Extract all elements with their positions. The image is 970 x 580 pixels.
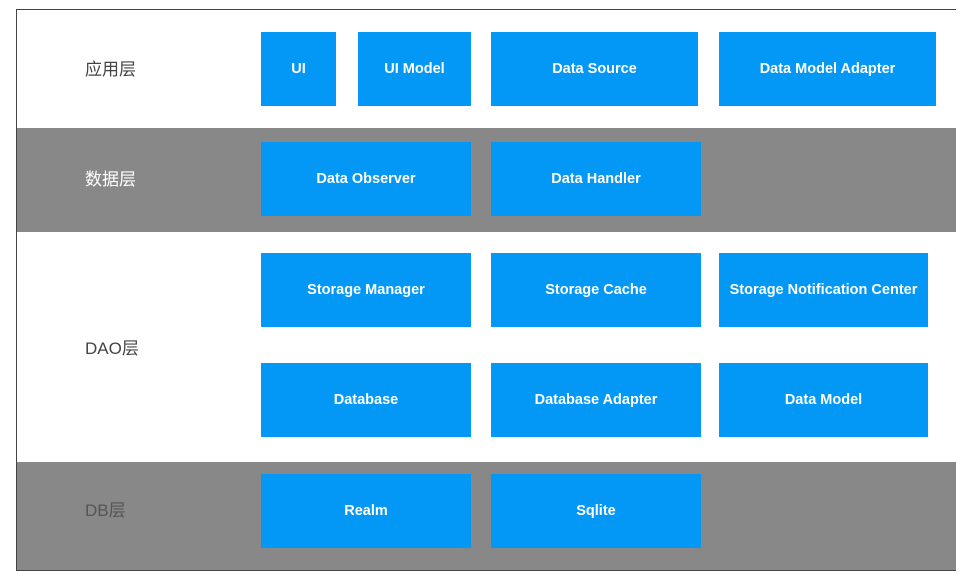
box-ui: UI bbox=[261, 32, 336, 106]
layer-db-label: DB层 bbox=[85, 501, 126, 520]
layer-db-band bbox=[17, 462, 956, 570]
box-storage-notification-center: Storage Notification Center bbox=[719, 253, 928, 327]
box-data-handler: Data Handler bbox=[491, 142, 701, 216]
box-data-observer: Data Observer bbox=[261, 142, 471, 216]
box-ui-model: UI Model bbox=[358, 32, 471, 106]
box-data-model-adapter: Data Model Adapter bbox=[719, 32, 936, 106]
box-sqlite: Sqlite bbox=[491, 474, 701, 548]
layer-data-label: 数据层 bbox=[85, 170, 136, 189]
layer-app-label: 应用层 bbox=[85, 60, 136, 79]
box-storage-cache: Storage Cache bbox=[491, 253, 701, 327]
box-database-adapter: Database Adapter bbox=[491, 363, 701, 437]
box-storage-manager: Storage Manager bbox=[261, 253, 471, 327]
box-database: Database bbox=[261, 363, 471, 437]
layer-data-band bbox=[17, 128, 956, 232]
layer-dao-label: DAO层 bbox=[85, 339, 139, 358]
box-data-source: Data Source bbox=[491, 32, 698, 106]
box-data-model: Data Model bbox=[719, 363, 928, 437]
box-realm: Realm bbox=[261, 474, 471, 548]
